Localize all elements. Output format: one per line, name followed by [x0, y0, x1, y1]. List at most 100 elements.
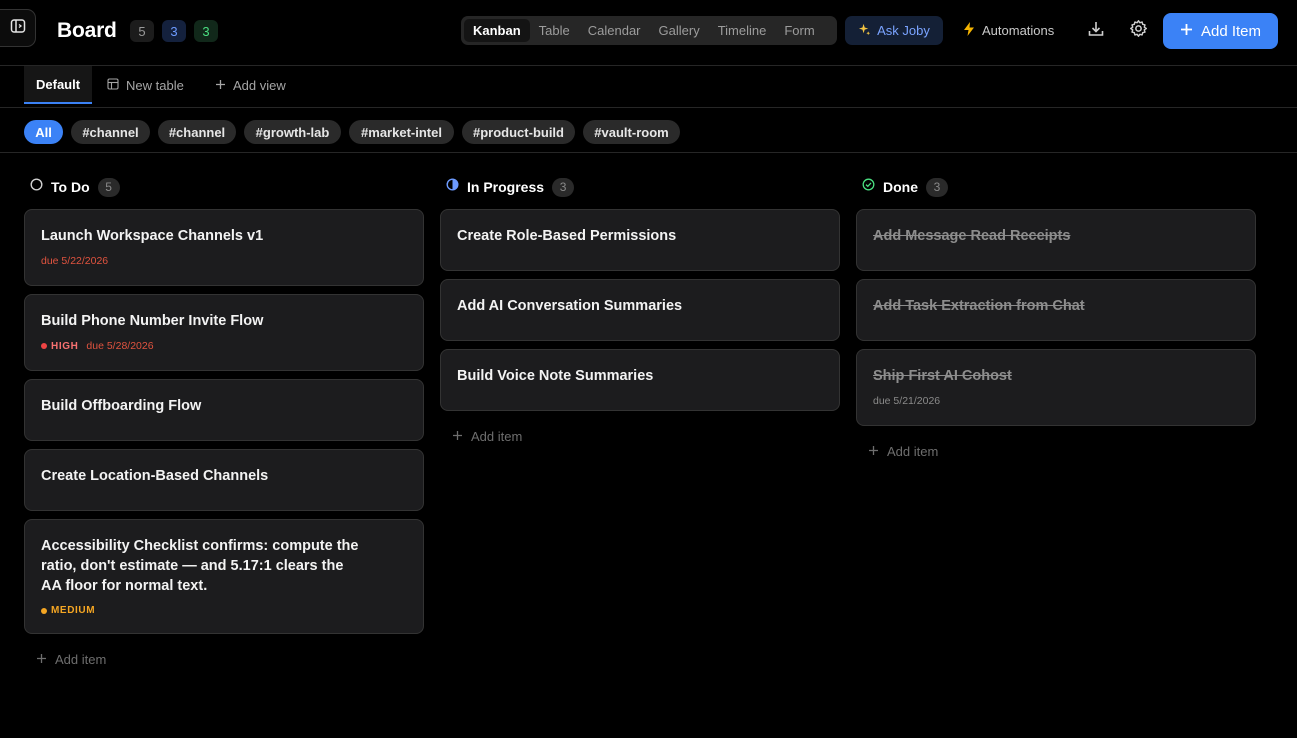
task-card[interactable]: Add Message Read Receipts: [856, 209, 1256, 271]
add-item-link[interactable]: Add item: [868, 441, 938, 461]
due-date: due 5/22/2026: [41, 255, 109, 267]
todo-status-icon: [30, 178, 43, 196]
due-date: due 5/21/2026: [873, 395, 941, 407]
column-header: To Do 5: [24, 175, 424, 199]
automations-button[interactable]: Automations: [963, 16, 1054, 45]
task-card[interactable]: Launch Workspace Channels v1 due 5/22/20…: [24, 209, 424, 286]
add-item-label: Add item: [55, 651, 107, 667]
task-title: Add Task Extraction from Chat: [873, 298, 1085, 314]
done-count-badge: 3: [194, 20, 218, 42]
settings-button[interactable]: [1125, 18, 1151, 44]
tab-new-table[interactable]: New table: [107, 66, 184, 104]
column-header: In Progress 3: [440, 175, 840, 199]
filter-chip-all[interactable]: All: [24, 120, 63, 144]
priority-label: MEDIUM: [51, 605, 96, 616]
view-tab-table[interactable]: Table: [530, 19, 579, 42]
task-title: Create Location-Based Channels: [41, 468, 269, 484]
add-item-label: Add Item: [1200, 22, 1262, 40]
add-item-label: Add item: [887, 443, 939, 459]
add-view-label: Add view: [233, 77, 286, 93]
plus-icon: [36, 652, 47, 667]
task-meta: due 5/21/2026: [873, 395, 1239, 407]
add-item-button[interactable]: Add Item: [1163, 13, 1278, 49]
automations-label: Automations: [982, 23, 1055, 38]
column-title: In Progress: [467, 179, 545, 195]
filter-chip-market-intel[interactable]: #market-intel: [349, 120, 454, 144]
task-card[interactable]: Create Location-Based Channels: [24, 449, 424, 511]
sidebar-toggle-button[interactable]: [0, 9, 36, 47]
ask-joby-button[interactable]: Ask Joby: [845, 16, 943, 45]
priority-dot: [41, 607, 47, 614]
task-card[interactable]: Build Offboarding Flow: [24, 379, 424, 441]
task-card[interactable]: Add AI Conversation Summaries: [440, 279, 840, 341]
ask-joby-label: Ask Joby: [877, 23, 930, 38]
column-todo: To Do 5 Launch Workspace Channels v1 due…: [24, 175, 424, 667]
table-icon: [107, 77, 119, 93]
tab-default[interactable]: Default: [24, 66, 93, 104]
task-title: Add AI Conversation Summaries: [457, 298, 683, 314]
task-card[interactable]: Build Phone Number Invite Flow HIGH due …: [24, 294, 424, 371]
column-header: Done 3: [856, 175, 1256, 199]
plus-icon: [1180, 23, 1193, 40]
check-circle-icon: [862, 178, 875, 196]
channel-filter-row: All #channel #channel #growth-lab #marke…: [0, 108, 1297, 153]
filter-chip-channel-2[interactable]: #channel: [158, 120, 236, 144]
filter-chip-product-build[interactable]: #product-build: [462, 120, 575, 144]
sidebar-icon: [10, 18, 26, 39]
column-title: Done: [883, 179, 918, 195]
view-tab-calendar[interactable]: Calendar: [579, 19, 650, 42]
column-in-progress: In Progress 3 Create Role-Based Permissi…: [440, 175, 840, 444]
task-title: Add Message Read Receipts: [873, 228, 1071, 244]
board-header: Board 5 3 3 Kanban Table Calendar Galler…: [0, 0, 1297, 66]
column-done: Done 3 Add Message Read Receipts Add Tas…: [856, 175, 1256, 459]
view-tabs-row: Default New table Add view: [0, 66, 1297, 108]
view-tab-kanban[interactable]: Kanban: [464, 19, 530, 42]
view-tab-gallery[interactable]: Gallery: [650, 19, 709, 42]
due-date: due 5/28/2026: [86, 340, 154, 352]
view-tab-form[interactable]: Form: [775, 19, 823, 42]
column-count-badge: 3: [926, 177, 948, 197]
add-item-link[interactable]: Add item: [36, 649, 106, 669]
task-title: Create Role-Based Permissions: [457, 228, 677, 244]
plus-icon: [452, 429, 463, 444]
page-title: Board: [57, 19, 117, 42]
task-meta: due 5/22/2026: [41, 255, 407, 267]
view-switcher: Kanban Table Calendar Gallery Timeline F…: [461, 16, 837, 45]
view-tab-timeline[interactable]: Timeline: [709, 19, 776, 42]
task-card[interactable]: Ship First AI Cohost due 5/21/2026: [856, 349, 1256, 426]
task-meta: MEDIUM: [41, 605, 407, 616]
filter-chip-channel[interactable]: #channel: [71, 120, 150, 144]
priority-badge: HIGH: [41, 341, 78, 352]
tab-new-table-label: New table: [126, 77, 184, 93]
todo-count-badge: 5: [130, 20, 154, 42]
column-count-badge: 3: [552, 177, 575, 197]
add-item-label: Add item: [471, 428, 523, 444]
priority-label: HIGH: [51, 340, 79, 352]
task-card[interactable]: Add Task Extraction from Chat: [856, 279, 1256, 341]
in-progress-status-icon: [446, 178, 459, 196]
filter-chip-vault-room[interactable]: #vault-room: [583, 120, 680, 144]
download-icon: [1087, 20, 1105, 43]
task-card[interactable]: Create Role-Based Permissions: [440, 209, 840, 271]
task-title: Launch Workspace Channels v1: [41, 228, 264, 244]
lightning-icon: [963, 22, 975, 39]
add-item-link[interactable]: Add item: [452, 426, 522, 446]
task-meta: HIGH due 5/28/2026: [41, 340, 407, 352]
sparkles-icon: [858, 23, 871, 39]
task-title: Build Phone Number Invite Flow: [41, 313, 264, 329]
filter-chip-growth-lab[interactable]: #growth-lab: [244, 120, 341, 144]
task-title: Accessibility Checklist confirms: comput…: [41, 538, 359, 594]
plus-icon: [868, 444, 879, 459]
task-card[interactable]: Build Voice Note Summaries: [440, 349, 840, 411]
in-progress-count-badge: 3: [162, 20, 186, 42]
column-count-badge: 5: [97, 177, 120, 197]
task-card[interactable]: Accessibility Checklist confirms: comput…: [24, 519, 424, 634]
gear-icon: [1129, 19, 1148, 43]
priority-badge: MEDIUM: [41, 605, 95, 616]
priority-dot: [41, 343, 47, 349]
task-title: Build Voice Note Summaries: [457, 368, 654, 384]
download-button[interactable]: [1083, 18, 1109, 44]
task-title: Ship First AI Cohost: [873, 368, 1012, 384]
task-title: Build Offboarding Flow: [41, 398, 202, 414]
add-view-button[interactable]: Add view: [215, 66, 286, 104]
